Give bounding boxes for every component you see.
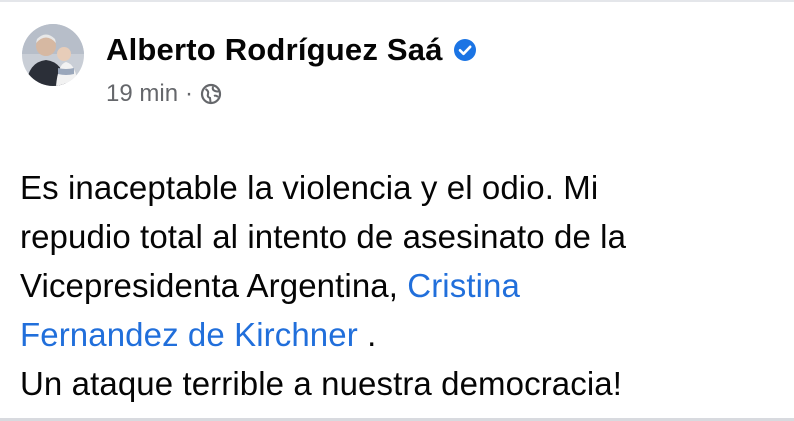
post-text: Es inaceptable la violencia y el odio. M…	[20, 163, 790, 408]
avatar-photo	[22, 24, 84, 86]
separator-dot: ·	[185, 80, 194, 107]
divider	[0, 0, 794, 2]
avatar[interactable]	[22, 24, 84, 86]
post-header: Alberto Rodríguez Saá 19 min ·	[22, 24, 477, 108]
verified-badge-icon	[453, 38, 477, 62]
post-text-line: Fernandez de Kirchner .	[20, 310, 790, 359]
post-text-line: Vicepresidenta Argentina, Cristina	[20, 261, 790, 310]
mention-link[interactable]: Fernandez de Kirchner	[20, 316, 358, 353]
post-text-segment: Vicepresidenta Argentina,	[20, 267, 408, 304]
post-time[interactable]: 19 min	[106, 80, 178, 108]
facebook-post: Alberto Rodríguez Saá 19 min · Es inacep…	[0, 0, 794, 421]
globe-icon[interactable]	[200, 83, 222, 105]
author-row: Alberto Rodríguez Saá	[106, 30, 477, 70]
author-name[interactable]: Alberto Rodríguez Saá	[106, 32, 443, 68]
post-text-line: Es inaceptable la violencia y el odio. M…	[20, 169, 599, 206]
timestamp-row: 19 min ·	[106, 80, 477, 108]
post-meta: Alberto Rodríguez Saá 19 min ·	[106, 30, 477, 108]
post-text-segment: .	[357, 316, 377, 353]
post-text-line: repudio total al intento de asesinato de…	[20, 218, 627, 255]
post-text-line: Un ataque terrible a nuestra democracia!	[20, 365, 622, 402]
mention-link[interactable]: Cristina	[407, 267, 520, 304]
